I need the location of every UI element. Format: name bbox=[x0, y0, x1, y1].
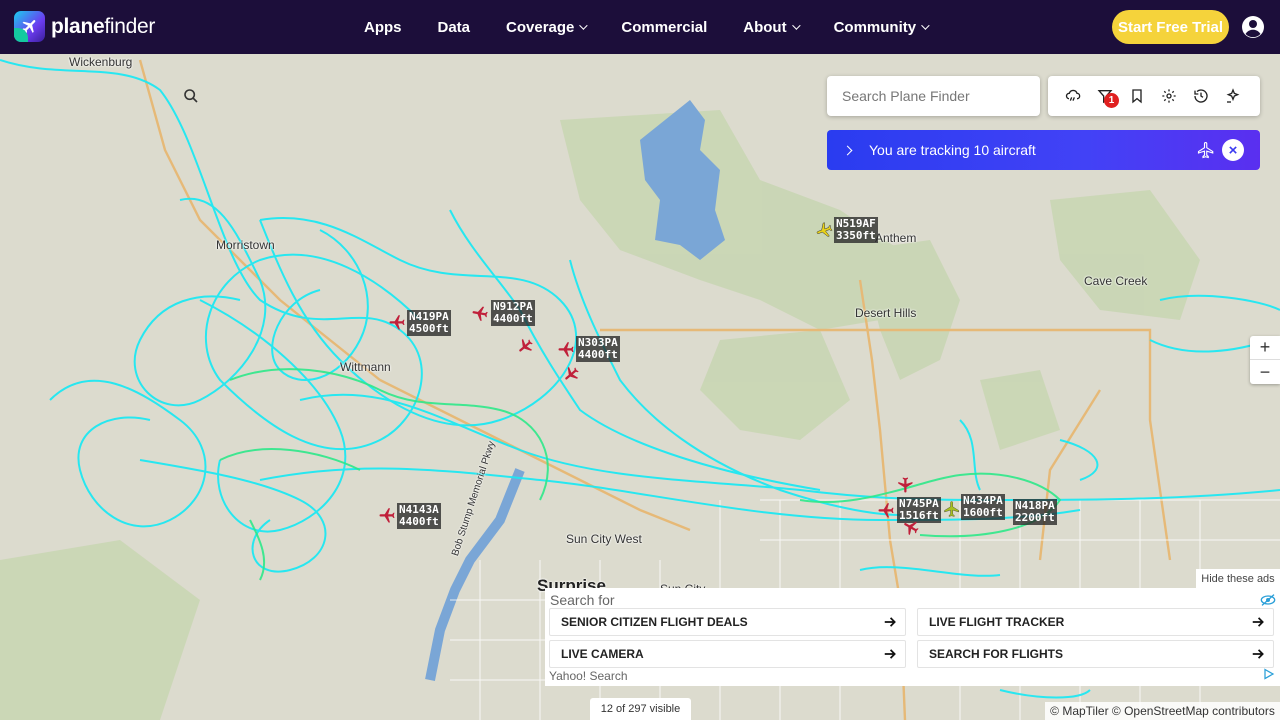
plane-icon bbox=[904, 521, 919, 535]
place-label: Desert Hills bbox=[855, 306, 917, 320]
plane-icon bbox=[565, 366, 579, 380]
visible-count: 12 of 297 visible bbox=[590, 698, 691, 720]
main-nav: Apps Data Coverage Commercial About Comm… bbox=[364, 0, 963, 54]
adchoices-icon[interactable] bbox=[1263, 668, 1275, 680]
nav-coverage[interactable]: Coverage bbox=[506, 19, 589, 36]
ad-provider-label: Yahoo! Search bbox=[549, 669, 628, 683]
top-navbar: planefinder Apps Data Coverage Commercia… bbox=[0, 0, 1280, 54]
aircraft-marker[interactable] bbox=[902, 518, 920, 541]
nav-commercial[interactable]: Commercial bbox=[621, 19, 707, 36]
ad-search-for-label: Search for bbox=[550, 592, 615, 608]
aircraft-label[interactable]: N419PA 4500ft bbox=[407, 310, 451, 336]
search-input[interactable] bbox=[842, 88, 1002, 104]
aircraft-marker[interactable] bbox=[877, 501, 895, 524]
place-label: Wickenburg bbox=[69, 55, 133, 69]
logo-text: planefinder bbox=[51, 14, 156, 38]
place-label: Morristown bbox=[216, 238, 275, 252]
aircraft-marker[interactable] bbox=[378, 506, 396, 529]
plane-icon bbox=[944, 501, 959, 517]
ar-view-icon[interactable] bbox=[1225, 88, 1241, 104]
aircraft-marker[interactable] bbox=[562, 365, 580, 388]
map-toolbar bbox=[1048, 76, 1260, 116]
aircraft-marker[interactable] bbox=[388, 313, 406, 336]
planefinder-logo[interactable]: planefinder bbox=[14, 11, 155, 42]
aircraft-label[interactable]: N519AF 3350ft bbox=[834, 217, 878, 243]
aircraft-label[interactable]: N434PA 1600ft bbox=[961, 494, 1005, 520]
search-ad-panel: Search for SENIOR CITIZEN FLIGHT DEALS L… bbox=[545, 588, 1280, 686]
place-label: Anthem bbox=[875, 231, 917, 245]
aircraft-label[interactable]: N4143A 4400ft bbox=[397, 503, 441, 529]
ad-link-search-for-flights[interactable]: SEARCH FOR FLIGHTS bbox=[917, 640, 1274, 668]
plane-icon bbox=[898, 477, 913, 493]
plane-icon bbox=[816, 222, 833, 237]
nav-apps[interactable]: Apps bbox=[364, 19, 402, 36]
place-label: Sun City West bbox=[566, 532, 642, 546]
plane-icon bbox=[558, 342, 574, 357]
plane-icon bbox=[519, 338, 533, 352]
aircraft-marker[interactable] bbox=[557, 340, 575, 363]
chevron-down-icon bbox=[921, 21, 930, 30]
ad-link-senior-flight-deals[interactable]: SENIOR CITIZEN FLIGHT DEALS bbox=[549, 608, 906, 636]
search-icon[interactable] bbox=[183, 88, 199, 104]
zoom-control: + − bbox=[1250, 336, 1280, 384]
chevron-down-icon bbox=[579, 21, 589, 30]
start-free-trial-button[interactable]: Start Free Trial bbox=[1112, 10, 1229, 44]
tracking-text: You are tracking 10 aircraft bbox=[869, 142, 1036, 158]
arrow-right-icon bbox=[884, 649, 896, 659]
aircraft-marker[interactable] bbox=[896, 476, 914, 499]
aircraft-marker[interactable] bbox=[516, 337, 534, 360]
aircraft-marker[interactable] bbox=[943, 500, 961, 523]
user-account-icon[interactable] bbox=[1241, 15, 1265, 39]
place-label: Cave Creek bbox=[1084, 274, 1148, 288]
place-label: Wittmann bbox=[340, 360, 391, 374]
nav-community[interactable]: Community bbox=[834, 19, 930, 36]
aircraft-marker[interactable] bbox=[471, 304, 489, 327]
logo-mark-icon bbox=[14, 11, 45, 42]
plane-icon bbox=[878, 503, 894, 518]
aircraft-label[interactable]: N303PA 4400ft bbox=[576, 336, 620, 362]
aircraft-marker[interactable] bbox=[815, 221, 833, 244]
history-icon[interactable] bbox=[1193, 88, 1209, 104]
chevron-down-icon bbox=[791, 21, 801, 30]
nav-about[interactable]: About bbox=[743, 19, 801, 36]
ad-privacy-icon[interactable] bbox=[1260, 593, 1276, 607]
tracking-banner[interactable]: You are tracking 10 aircraft × bbox=[827, 130, 1260, 170]
ad-link-live-camera[interactable]: LIVE CAMERA bbox=[549, 640, 906, 668]
weather-icon[interactable] bbox=[1065, 88, 1081, 104]
bookmark-icon[interactable] bbox=[1129, 88, 1145, 104]
plane-icon bbox=[1197, 141, 1214, 159]
filter-count-badge: 1 bbox=[1104, 93, 1119, 108]
settings-icon[interactable] bbox=[1161, 88, 1177, 104]
close-tracking-button[interactable]: × bbox=[1222, 139, 1244, 161]
arrow-right-icon bbox=[884, 617, 896, 627]
search-box bbox=[184, 76, 1040, 116]
plane-icon bbox=[389, 315, 405, 330]
ad-link-live-flight-tracker[interactable]: LIVE FLIGHT TRACKER bbox=[917, 608, 1274, 636]
aircraft-label[interactable]: N912PA 4400ft bbox=[491, 300, 535, 326]
arrow-right-icon bbox=[1252, 649, 1264, 659]
plane-icon bbox=[472, 306, 488, 321]
zoom-in-button[interactable]: + bbox=[1250, 336, 1280, 360]
aircraft-label[interactable]: N418PA 2200ft bbox=[1013, 499, 1057, 525]
arrow-right-icon bbox=[1252, 617, 1264, 627]
plane-icon bbox=[379, 508, 395, 523]
zoom-out-button[interactable]: − bbox=[1250, 360, 1280, 384]
nav-data[interactable]: Data bbox=[438, 19, 471, 36]
hide-ads-button[interactable]: Hide these ads bbox=[1196, 569, 1280, 588]
chevron-right-icon[interactable] bbox=[842, 145, 853, 155]
map-attribution[interactable]: © MapTiler © OpenStreetMap contributors bbox=[1045, 702, 1280, 720]
